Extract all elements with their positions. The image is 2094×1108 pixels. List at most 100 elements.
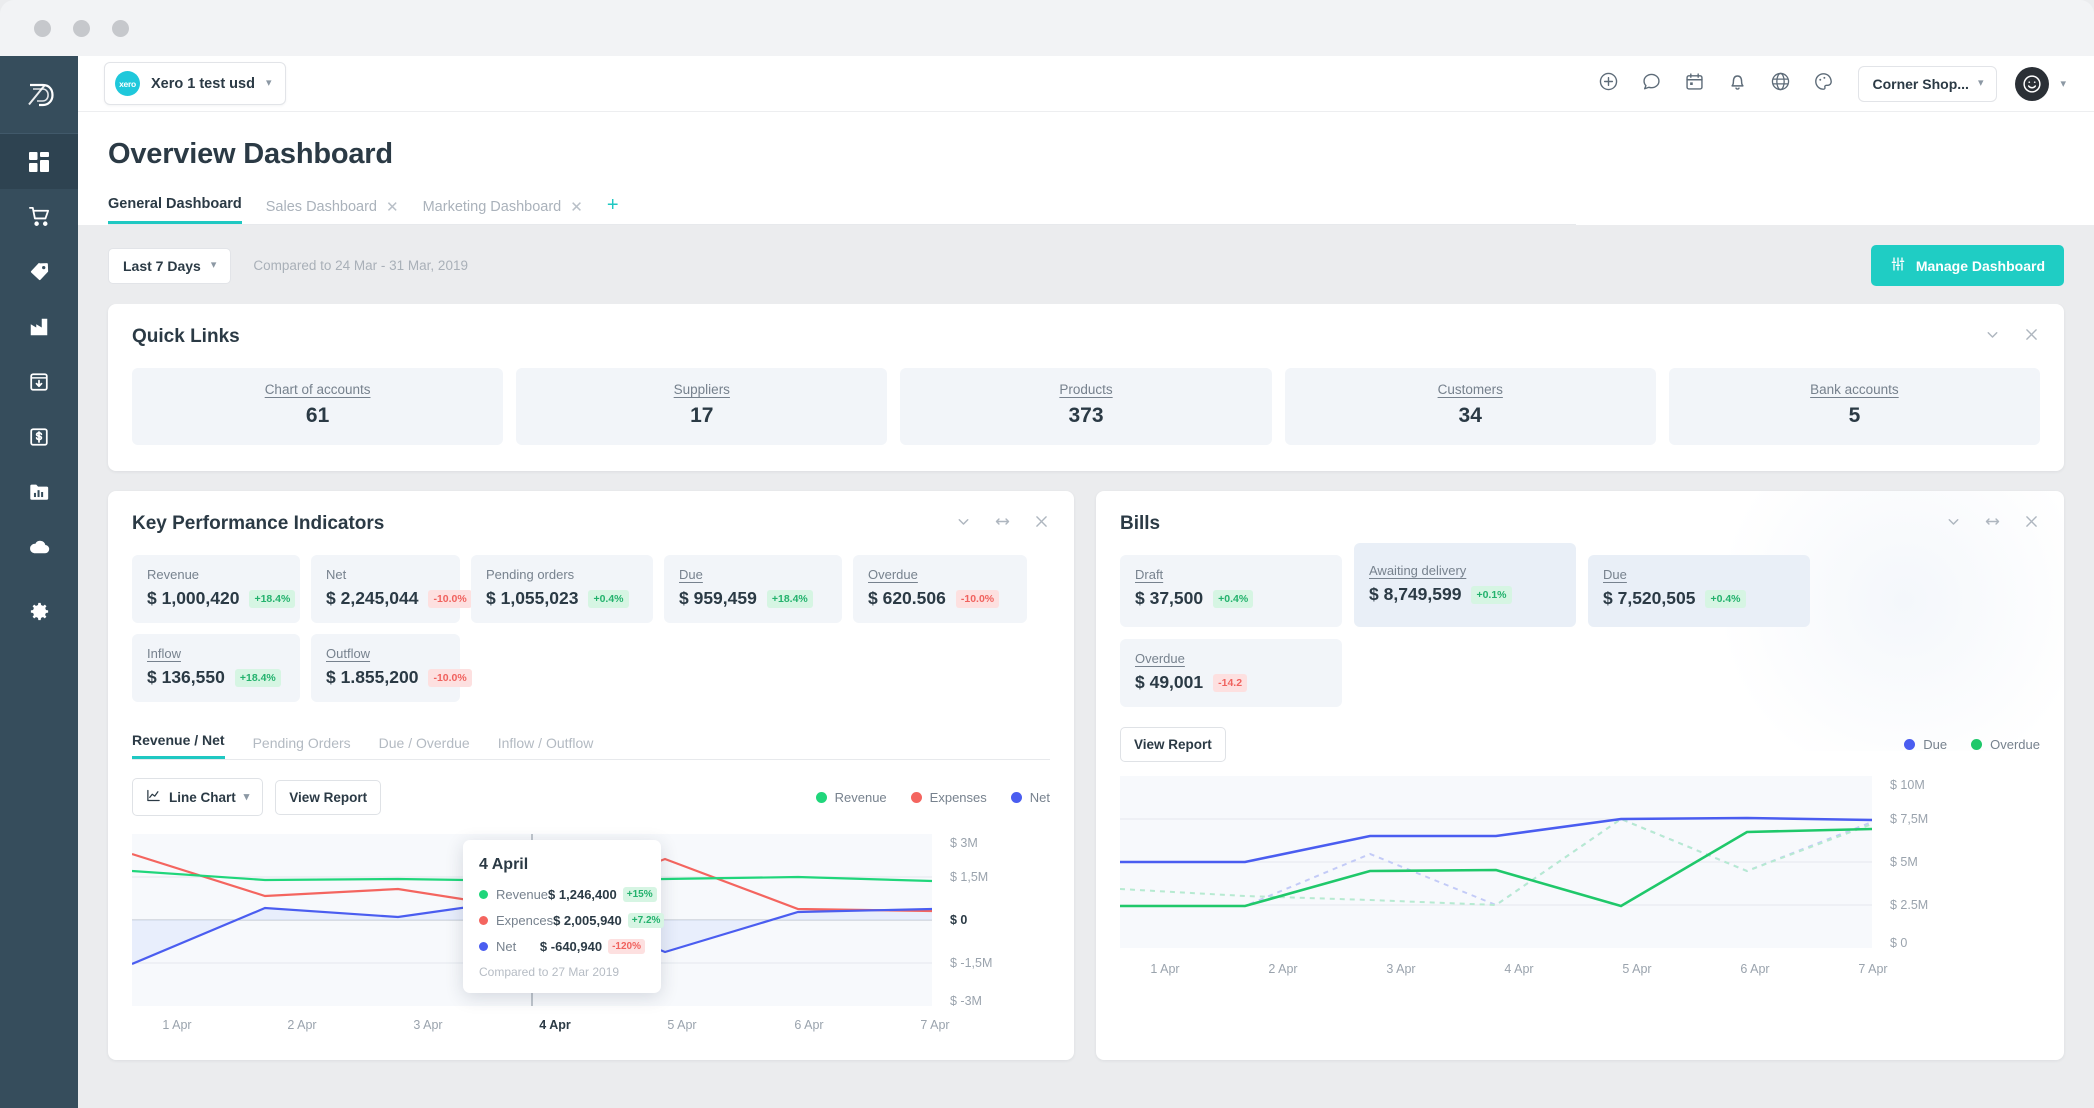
- close-icon[interactable]: [2023, 513, 2040, 535]
- bills-metric-overdue[interactable]: Overdue $ 49,001 -14.2: [1120, 639, 1342, 707]
- quick-link-customers[interactable]: Customers 34: [1284, 368, 1656, 445]
- bell-icon[interactable]: [1727, 71, 1748, 97]
- quick-link-bank-accounts[interactable]: Bank accounts 5: [1668, 368, 2041, 445]
- quick-link-chart-of-accounts[interactable]: Chart of accounts 61: [132, 368, 504, 445]
- metric-label: Inflow: [147, 646, 181, 661]
- tooltip-value: $ -640,940: [539, 939, 603, 954]
- tooltip-row-expences: Expences $ 2,005,940 +7.2%: [479, 913, 665, 928]
- kpi-metric-revenue[interactable]: Revenue $ 1,000,420 +18.4%: [132, 555, 300, 623]
- add-tab-button[interactable]: +: [607, 195, 619, 224]
- quick-link-label: Products: [1059, 382, 1113, 397]
- sidebar-item-purchases[interactable]: [0, 189, 78, 244]
- resize-icon[interactable]: [1984, 513, 2001, 535]
- bills-metric-awaiting-delivery[interactable]: Awaiting delivery $ 8,749,599 +0.1%: [1354, 543, 1576, 627]
- legend-item-overdue[interactable]: Overdue: [1971, 737, 2040, 752]
- kpi-metric-inflow[interactable]: Inflow $ 136,550 +18.4%: [132, 634, 300, 702]
- close-icon[interactable]: ✕: [570, 200, 583, 215]
- sidebar-item-reports[interactable]: [0, 464, 78, 519]
- minimize-window-button[interactable]: [73, 19, 90, 37]
- subtab-pending-orders[interactable]: Pending Orders: [253, 735, 351, 759]
- palette-icon[interactable]: [1813, 71, 1834, 97]
- metric-label: Awaiting delivery: [1369, 563, 1467, 578]
- bills-chart-svg[interactable]: $ 10M $ 7,5M $ 5M $ 2.5M $ 0 1 Apr 2 Apr…: [1120, 776, 1990, 981]
- metric-row: $ 1.855,200 -10.0%: [326, 667, 472, 688]
- app-logo-icon[interactable]: [0, 56, 78, 134]
- calendar-icon[interactable]: [1684, 71, 1705, 97]
- bills-metric-grid: Draft $ 37,500 +0.4% Awaiting delivery $…: [1120, 543, 2040, 707]
- close-icon[interactable]: ✕: [386, 200, 399, 215]
- bills-metric-due[interactable]: Due $ 7,520,505 +0.4%: [1588, 555, 1810, 627]
- tab-sales-dashboard[interactable]: Sales Dashboard ✕: [266, 199, 399, 224]
- collapse-icon[interactable]: [955, 513, 972, 535]
- sidebar-item-dashboard[interactable]: [0, 134, 78, 189]
- chart-type-select[interactable]: Line Chart ▾: [132, 778, 264, 816]
- metric-label: Net: [326, 567, 347, 582]
- metric-value: $ 959,459: [679, 588, 757, 608]
- close-window-button[interactable]: [34, 19, 51, 37]
- x-tick-label: 4 Apr: [1504, 962, 1533, 976]
- date-range-select[interactable]: Last 7 Days ▾: [108, 247, 232, 284]
- metric-delta-badge: +0.4%: [1705, 589, 1746, 608]
- chat-bubble-icon[interactable]: [1641, 71, 1662, 97]
- metric-value: $ 37,500: [1135, 588, 1204, 608]
- manage-dashboard-button[interactable]: Manage Dashboard: [1870, 245, 2064, 286]
- maximize-window-button[interactable]: [112, 19, 129, 37]
- kpi-metric-pending-orders[interactable]: Pending orders $ 1,055,023 +0.4%: [471, 555, 653, 623]
- comparison-period-label: Compared to 24 Mar - 31 Mar, 2019: [253, 258, 468, 273]
- subtab-inflow-outflow[interactable]: Inflow / Outflow: [498, 735, 594, 759]
- sidebar-item-cloud[interactable]: [0, 519, 78, 574]
- collapse-icon[interactable]: [1945, 513, 1962, 535]
- chevron-down-icon[interactable]: ▾: [2060, 77, 2066, 90]
- tooltip-series-name: Expences: [496, 913, 554, 928]
- bills-metric-draft[interactable]: Draft $ 37,500 +0.4%: [1120, 555, 1342, 627]
- sidebar-item-inventory[interactable]: [0, 299, 78, 354]
- kpi-subtabs: Revenue / Net Pending Orders Due / Overd…: [132, 728, 1050, 760]
- metric-delta-badge: +18.4%: [234, 668, 281, 687]
- tab-marketing-dashboard[interactable]: Marketing Dashboard ✕: [423, 199, 583, 224]
- sidebar: [0, 56, 78, 1108]
- tab-general-dashboard[interactable]: General Dashboard: [108, 196, 242, 224]
- subtab-revenue-net[interactable]: Revenue / Net: [132, 732, 225, 759]
- cloud-icon: [28, 535, 51, 558]
- quick-links-grid: Chart of accounts 61 Suppliers 17 Produc…: [132, 368, 2041, 445]
- kpi-view-report-button[interactable]: View Report: [275, 779, 382, 815]
- y-tick-label: $ 3M: [950, 836, 978, 850]
- legend-item-expenses[interactable]: Expenses: [910, 790, 987, 805]
- org-switcher[interactable]: xero Xero 1 test usd ▾: [104, 62, 287, 105]
- sidebar-item-finance[interactable]: [0, 409, 78, 464]
- date-range-label: Last 7 Days: [123, 257, 201, 274]
- metric-row: $ 959,459 +18.4%: [679, 588, 827, 609]
- quick-link-products[interactable]: Products 373: [900, 368, 1272, 445]
- close-icon[interactable]: [1033, 513, 1050, 535]
- legend-label: Due: [1923, 737, 1948, 752]
- sidebar-item-receiving[interactable]: [0, 354, 78, 409]
- app-shell: xero Xero 1 test usd ▾ Corner Shop... ▾ …: [0, 56, 2094, 1108]
- quick-link-value: 5: [1848, 404, 1861, 427]
- legend-item-net[interactable]: Net: [1010, 790, 1050, 805]
- sidebar-item-sales[interactable]: [0, 244, 78, 299]
- kpi-metric-outflow[interactable]: Outflow $ 1.855,200 -10.0%: [311, 634, 472, 702]
- sidebar-item-settings[interactable]: [0, 584, 78, 639]
- resize-icon[interactable]: [994, 513, 1011, 535]
- collapse-icon[interactable]: [1984, 326, 2001, 348]
- kpi-chart-controls: Line Chart ▾ View Report Revenue Expense…: [132, 778, 1050, 816]
- kpi-metric-due[interactable]: Due $ 959,459 +18.4%: [664, 555, 842, 623]
- kpi-metric-net[interactable]: Net $ 2,245,044 -10.0%: [311, 555, 472, 623]
- bills-title: Bills: [1120, 513, 1161, 534]
- topbar-icon-group: [1598, 71, 1834, 97]
- legend-item-due[interactable]: Due: [1904, 737, 1947, 752]
- plus-circle-icon[interactable]: [1598, 71, 1619, 97]
- quick-link-suppliers[interactable]: Suppliers 17: [516, 368, 888, 445]
- x-tick-label: 4 Apr: [539, 1018, 571, 1032]
- gear-icon: [28, 600, 51, 623]
- company-switcher[interactable]: Corner Shop... ▾: [1858, 65, 1998, 102]
- close-icon[interactable]: [2023, 326, 2040, 348]
- kpi-metric-overdue[interactable]: Overdue $ 620.506 -10.0%: [853, 555, 1027, 623]
- bills-view-report-button[interactable]: View Report: [1120, 727, 1226, 762]
- subtab-due-overdue[interactable]: Due / Overdue: [379, 735, 470, 759]
- globe-icon[interactable]: [1770, 71, 1791, 97]
- y-tick-label: $ 2.5M: [1890, 898, 1928, 912]
- avatar[interactable]: [2015, 66, 2050, 101]
- legend-item-revenue[interactable]: Revenue: [815, 790, 887, 805]
- metric-row: $ 2,245,044 -10.0%: [326, 588, 472, 609]
